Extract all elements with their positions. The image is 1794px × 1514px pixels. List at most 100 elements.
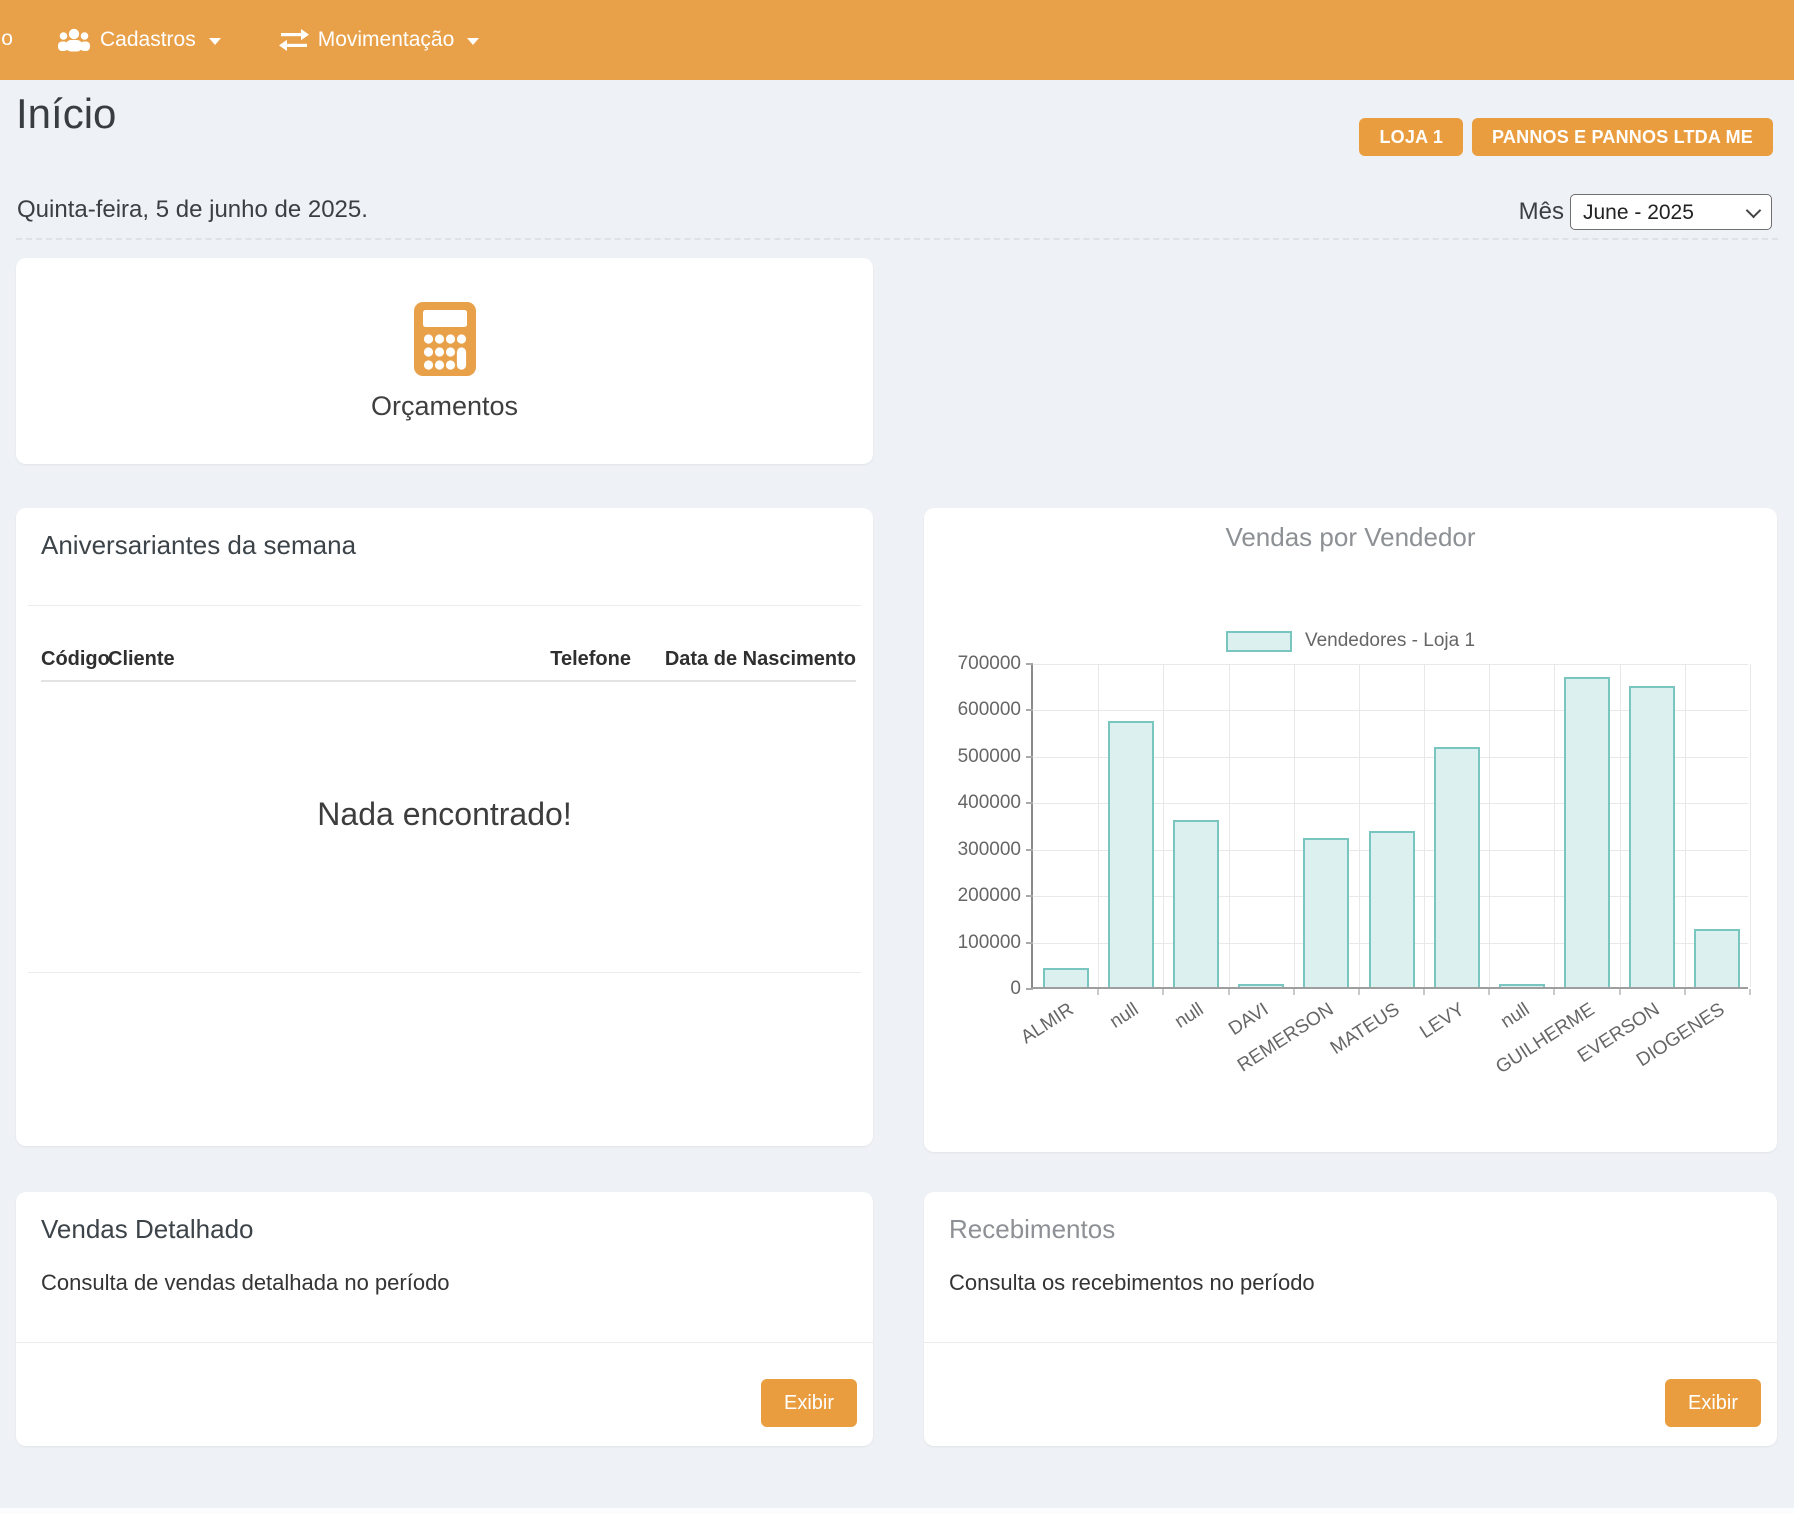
x-tick-mark bbox=[1423, 989, 1425, 995]
chart-bar-null[interactable] bbox=[1173, 820, 1219, 987]
sales-chart-card: Vendas por Vendedor Vendedores - Loja 1 … bbox=[924, 508, 1777, 1152]
nav-item-inicio-label: Início bbox=[0, 27, 13, 51]
gridline bbox=[1098, 664, 1099, 987]
y-tick-mark bbox=[1026, 988, 1033, 990]
month-filter: Mês June - 2025 bbox=[1519, 194, 1772, 230]
divider bbox=[16, 1342, 873, 1343]
legend-swatch bbox=[1226, 631, 1292, 652]
exchange-icon bbox=[279, 29, 309, 51]
dashed-separator bbox=[16, 238, 1778, 240]
nav-item-inicio[interactable]: Início bbox=[0, 25, 13, 55]
birthdays-table-header: Código Cliente Telefone Data de Nascimen… bbox=[41, 638, 856, 682]
x-tick-mark bbox=[1097, 989, 1099, 995]
x-tick-mark bbox=[1162, 989, 1164, 995]
y-axis-label: 600000 bbox=[931, 699, 1021, 721]
column-cliente: Cliente bbox=[108, 648, 511, 671]
gridline bbox=[1554, 664, 1555, 987]
x-tick-mark bbox=[1749, 989, 1751, 995]
y-axis-label: 700000 bbox=[931, 653, 1021, 675]
gridline bbox=[1163, 664, 1164, 987]
gridline bbox=[1359, 664, 1360, 987]
bottom-strip bbox=[0, 1508, 1794, 1514]
x-tick-mark bbox=[1358, 989, 1360, 995]
vendas-exibir-button[interactable]: Exibir bbox=[761, 1379, 857, 1427]
gridline bbox=[1294, 664, 1295, 987]
recebimentos-title: Recebimentos bbox=[949, 1214, 1115, 1245]
x-tick-mark bbox=[1293, 989, 1295, 995]
column-telefone: Telefone bbox=[511, 648, 631, 671]
nav-item-movimentacao-label: Movimentação bbox=[318, 28, 455, 52]
x-tick-mark bbox=[1488, 989, 1490, 995]
gridline bbox=[1033, 664, 1748, 665]
birthdays-title: Aniversariantes da semana bbox=[41, 530, 356, 561]
recebimentos-description: Consulta os recebimentos no período bbox=[949, 1270, 1315, 1296]
month-label: Mês bbox=[1519, 198, 1564, 226]
chart-bar-diogenes[interactable] bbox=[1694, 929, 1740, 987]
caret-down-icon bbox=[467, 38, 479, 45]
y-tick-mark bbox=[1026, 802, 1033, 804]
divider bbox=[28, 972, 861, 973]
gridline bbox=[1489, 664, 1490, 987]
vendas-detalhado-card: Vendas Detalhado Consulta de vendas deta… bbox=[16, 1192, 873, 1446]
birthdays-card: Aniversariantes da semana Código Cliente… bbox=[16, 508, 873, 1146]
x-tick-mark bbox=[1228, 989, 1230, 995]
y-tick-mark bbox=[1026, 663, 1033, 665]
gridline bbox=[1750, 664, 1751, 987]
month-select[interactable]: June - 2025 bbox=[1570, 194, 1772, 230]
empty-message: Nada encontrado! bbox=[16, 796, 873, 833]
nav-item-cadastros-label: Cadastros bbox=[100, 28, 196, 52]
vendas-detalhado-description: Consulta de vendas detalhada no período bbox=[41, 1270, 450, 1296]
chart-plot: 0100000200000300000400000500000600000700… bbox=[1031, 664, 1748, 989]
chart-bar-null[interactable] bbox=[1108, 721, 1154, 987]
gridline bbox=[1685, 664, 1686, 987]
nav-item-cadastros[interactable]: Cadastros bbox=[57, 27, 221, 53]
recebimentos-card: Recebimentos Consulta os recebimentos no… bbox=[924, 1192, 1777, 1446]
chart-bar-guilherme[interactable] bbox=[1564, 677, 1610, 987]
users-icon bbox=[57, 27, 91, 53]
gridline bbox=[1229, 664, 1230, 987]
recebimentos-exibir-button[interactable]: Exibir bbox=[1665, 1379, 1761, 1427]
legend-label: Vendedores - Loja 1 bbox=[1305, 630, 1475, 652]
page-title: Início bbox=[16, 90, 116, 138]
x-tick-mark bbox=[1553, 989, 1555, 995]
y-axis-label: 0 bbox=[931, 978, 1021, 1000]
vendas-detalhado-title: Vendas Detalhado bbox=[41, 1214, 254, 1245]
chart-bar-everson[interactable] bbox=[1629, 686, 1675, 987]
y-tick-mark bbox=[1026, 942, 1033, 944]
chart-bar-remerson[interactable] bbox=[1303, 838, 1349, 987]
x-tick-mark bbox=[1684, 989, 1686, 995]
store-button[interactable]: LOJA 1 bbox=[1359, 118, 1463, 156]
nav-item-movimentacao[interactable]: Movimentação bbox=[279, 28, 480, 52]
y-axis-label: 100000 bbox=[931, 932, 1021, 954]
column-codigo: Código bbox=[41, 648, 108, 671]
divider bbox=[924, 1342, 1777, 1343]
gridline bbox=[1620, 664, 1621, 987]
gridline bbox=[1424, 664, 1425, 987]
divider bbox=[28, 605, 861, 606]
y-tick-mark bbox=[1026, 709, 1033, 711]
store-buttons: LOJA 1 PANNOS E PANNOS LTDA ME bbox=[1359, 118, 1773, 156]
chart-bar-davi[interactable] bbox=[1238, 984, 1284, 987]
current-date: Quinta-feira, 5 de junho de 2025. bbox=[17, 196, 368, 224]
chart-bar-almir[interactable] bbox=[1043, 968, 1089, 988]
y-axis-label: 200000 bbox=[931, 885, 1021, 907]
page: Início Cadastros Movimentação bbox=[0, 0, 1794, 1514]
orcamentos-label: Orçamentos bbox=[371, 391, 518, 422]
x-tick-mark bbox=[1619, 989, 1621, 995]
chart-bar-null[interactable] bbox=[1499, 984, 1545, 987]
column-data-nascimento: Data de Nascimento bbox=[631, 648, 856, 671]
caret-down-icon bbox=[209, 38, 221, 45]
calculator-icon bbox=[413, 301, 477, 377]
top-navbar: Início Cadastros Movimentação bbox=[0, 0, 1794, 80]
y-axis-label: 500000 bbox=[931, 746, 1021, 768]
y-axis-label: 300000 bbox=[931, 839, 1021, 861]
y-axis-label: 400000 bbox=[931, 792, 1021, 814]
chart-legend[interactable]: Vendedores - Loja 1 bbox=[924, 630, 1777, 652]
y-tick-mark bbox=[1026, 895, 1033, 897]
chart-bar-levy[interactable] bbox=[1434, 747, 1480, 987]
chart-bar-mateus[interactable] bbox=[1369, 831, 1415, 987]
orcamentos-card[interactable]: Orçamentos bbox=[16, 258, 873, 464]
y-tick-mark bbox=[1026, 849, 1033, 851]
chart-title: Vendas por Vendedor bbox=[924, 522, 1777, 553]
company-button[interactable]: PANNOS E PANNOS LTDA ME bbox=[1472, 118, 1773, 156]
